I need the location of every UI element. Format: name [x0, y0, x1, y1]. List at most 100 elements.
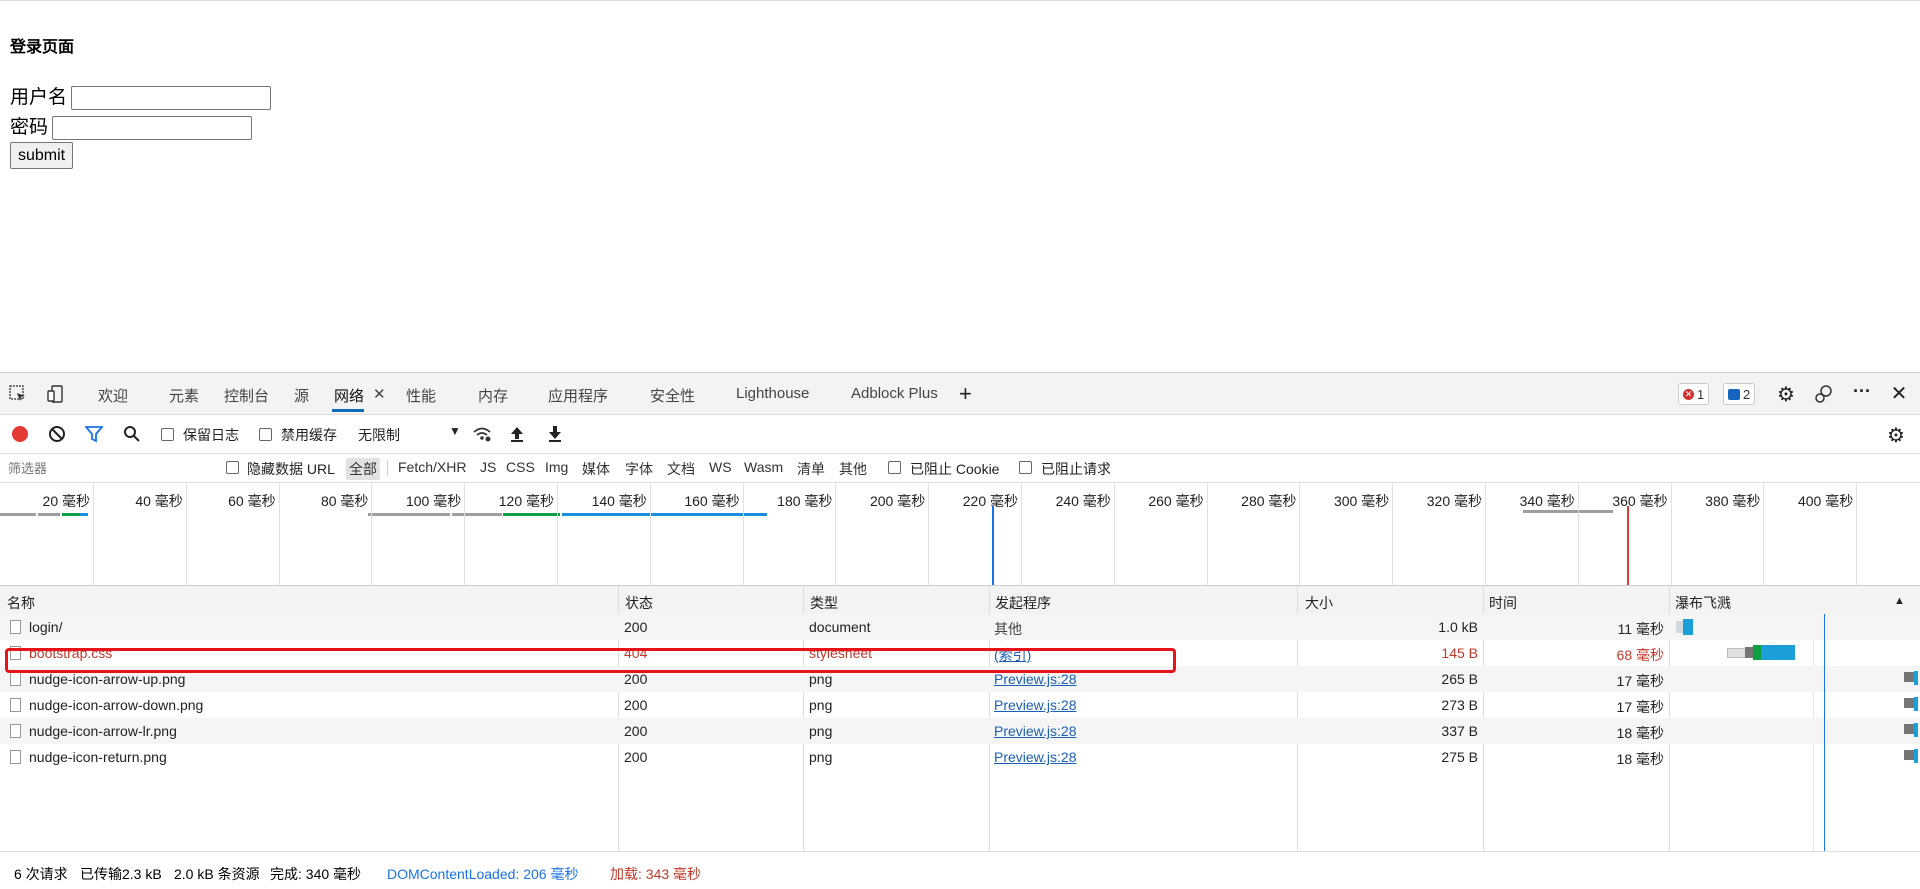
- table-row[interactable]: nudge-icon-arrow-lr.png 200 png Preview.…: [0, 718, 1920, 744]
- filter-type-js[interactable]: JS: [477, 458, 499, 476]
- tab-sources[interactable]: 源: [294, 385, 309, 406]
- filter-input[interactable]: [4, 457, 216, 480]
- tab-lighthouse[interactable]: Lighthouse: [736, 385, 809, 402]
- tab-security[interactable]: 安全性: [650, 385, 695, 406]
- search-icon[interactable]: [123, 425, 141, 443]
- timeline-tick-label: 180 毫秒: [777, 493, 833, 509]
- username-input[interactable]: [71, 85, 272, 110]
- tab-application[interactable]: 应用程序: [548, 385, 608, 406]
- waterfall-bar: [1683, 619, 1693, 635]
- tab-elements[interactable]: 元素: [169, 385, 199, 406]
- request-time: 18 毫秒: [1616, 725, 1664, 741]
- request-type: png: [809, 697, 833, 713]
- filter-type-css[interactable]: CSS: [503, 458, 538, 476]
- column-header-type[interactable]: 类型: [810, 593, 838, 613]
- timeline-tick-label: 60 毫秒: [228, 493, 276, 509]
- filter-type-all[interactable]: 全部: [346, 458, 380, 480]
- column-header-waterfall[interactable]: 瀑布飞溅: [1675, 593, 1731, 613]
- column-header-status[interactable]: 状态: [625, 593, 653, 613]
- column-header-initiator[interactable]: 发起程序: [995, 593, 1051, 613]
- tab-adblock-plus[interactable]: Adblock Plus: [851, 385, 938, 402]
- request-type: png: [809, 723, 833, 739]
- tab-memory[interactable]: 内存: [478, 385, 508, 406]
- filter-type-manifest[interactable]: 清单: [794, 458, 828, 480]
- request-initiator-link[interactable]: Preview.js:28: [994, 697, 1076, 713]
- error-count: 1: [1697, 386, 1705, 402]
- request-status: 200: [624, 749, 648, 765]
- more-options-icon[interactable]: ···: [1851, 381, 1873, 401]
- waterfall-bar: [1914, 723, 1918, 737]
- timeline-bar: [503, 513, 560, 516]
- tab-welcome[interactable]: 欢迎: [98, 385, 128, 406]
- export-har-icon[interactable]: [546, 425, 564, 443]
- disable-cache-checkbox[interactable]: [259, 428, 272, 441]
- network-conditions-icon[interactable]: [472, 425, 492, 443]
- timeline-tick-label: 20 毫秒: [42, 493, 90, 509]
- request-size: 275 B: [1441, 749, 1478, 765]
- password-input[interactable]: [52, 115, 253, 140]
- preserve-log-label: 保留日志: [183, 427, 239, 443]
- filter-bar: 隐藏数据 URL 全部 Fetch/XHR JS CSS Img 媒体 字体 文…: [0, 454, 1920, 483]
- page-title: 登录页面: [10, 39, 75, 56]
- filter-type-ws[interactable]: WS: [706, 458, 735, 476]
- table-row[interactable]: login/ 200 document 其他 1.0 kB 11 毫秒: [0, 614, 1920, 640]
- filter-type-img[interactable]: Img: [542, 458, 571, 476]
- throttle-select[interactable]: 无限制: [358, 425, 400, 445]
- timeline-gridline: [557, 483, 558, 585]
- message-badge[interactable]: 2: [1723, 383, 1756, 405]
- tab-performance[interactable]: 性能: [406, 385, 436, 406]
- filter-type-media[interactable]: 媒体: [579, 458, 613, 480]
- inspect-element-icon[interactable]: [8, 384, 28, 404]
- device-toolbar-icon[interactable]: [46, 384, 66, 404]
- column-header-size[interactable]: 大小: [1305, 593, 1333, 613]
- timeline-tick-label: 220 毫秒: [962, 493, 1018, 509]
- filter-type-fetch-xhr[interactable]: Fetch/XHR: [395, 458, 469, 476]
- blocked-requests-checkbox[interactable]: [1019, 461, 1032, 474]
- tab-close-icon[interactable]: ✕: [373, 385, 386, 403]
- table-row[interactable]: nudge-icon-return.png 200 png Preview.js…: [0, 744, 1920, 770]
- file-icon: [10, 620, 21, 634]
- close-devtools-icon[interactable]: ✕: [1889, 383, 1909, 405]
- settings-gear-icon[interactable]: ⚙: [1776, 384, 1796, 406]
- timeline-gridline: [649, 483, 651, 585]
- filter-type-doc[interactable]: 文档: [664, 458, 698, 480]
- request-initiator-link[interactable]: Preview.js:28: [994, 749, 1076, 765]
- request-initiator-link[interactable]: Preview.js:28: [994, 671, 1076, 687]
- blocked-cookies-checkbox[interactable]: [888, 461, 901, 474]
- filter-type-other[interactable]: 其他: [836, 458, 870, 480]
- column-header-time[interactable]: 时间: [1489, 593, 1517, 613]
- chevron-down-icon[interactable]: ▼: [449, 424, 461, 438]
- waterfall-bar: [1753, 645, 1761, 660]
- clear-icon[interactable]: [48, 425, 66, 443]
- sort-ascending-icon[interactable]: ▲: [1894, 595, 1905, 607]
- timeline-bar: [62, 513, 80, 516]
- filter-type-font[interactable]: 字体: [622, 458, 656, 480]
- timeline-gridline: [1577, 483, 1579, 585]
- timeline-gridline: [1670, 483, 1672, 585]
- column-header-name[interactable]: 名称: [7, 593, 35, 613]
- network-settings-gear-icon[interactable]: ⚙: [1886, 425, 1906, 447]
- filter-icon[interactable]: [85, 425, 103, 443]
- timeline-tick-label: 200 毫秒: [869, 493, 926, 509]
- waterfall-bar: [1761, 645, 1795, 660]
- dom-content-loaded-marker: [992, 506, 994, 585]
- add-tab-icon[interactable]: +: [959, 381, 972, 407]
- network-overview-timeline[interactable]: 20 毫秒 40 毫秒 60 毫秒 80 毫秒 100 毫秒 120 毫秒 140 毫秒 16…: [0, 483, 1920, 586]
- table-row[interactable]: nudge-icon-arrow-down.png 200 png Previe…: [0, 692, 1920, 718]
- error-badge[interactable]: ✕ 1: [1678, 383, 1710, 405]
- submit-button[interactable]: submit: [10, 142, 74, 169]
- request-initiator-link[interactable]: Preview.js:28: [994, 723, 1076, 739]
- tab-network[interactable]: 网络: [334, 385, 364, 406]
- load-event-marker: [1627, 506, 1629, 585]
- timeline-bar: [80, 513, 88, 516]
- hide-data-urls-checkbox[interactable]: [226, 461, 239, 474]
- tab-console[interactable]: 控制台: [224, 385, 269, 406]
- import-har-icon[interactable]: [508, 425, 526, 443]
- message-count: 2: [1743, 386, 1751, 402]
- customize-icon[interactable]: [1814, 384, 1834, 404]
- record-icon[interactable]: [11, 425, 29, 443]
- preserve-log-checkbox[interactable]: [161, 428, 174, 441]
- request-name: nudge-icon-return.png: [29, 749, 167, 765]
- timeline-tick-label: 360 毫秒: [1612, 493, 1668, 509]
- filter-type-wasm[interactable]: Wasm: [741, 458, 786, 476]
